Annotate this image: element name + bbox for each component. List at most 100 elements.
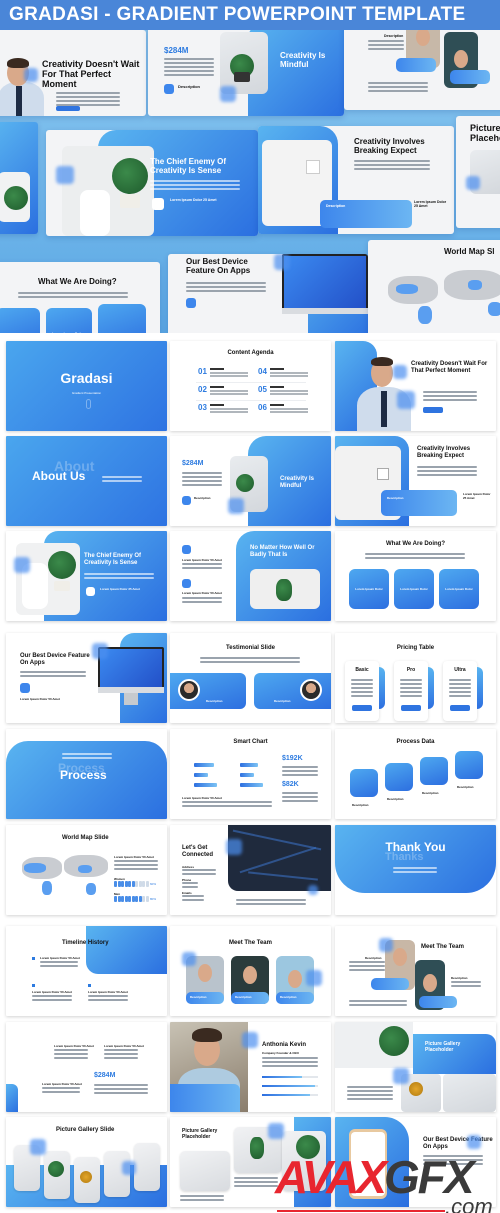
slide-connected[interactable]: Let's Get Connected Address Phone Emails xyxy=(170,825,331,915)
hero-slide-picture[interactable]: Picture Placeho xyxy=(456,116,500,228)
slide-processdata[interactable]: Process Data Description Description Des… xyxy=(335,729,496,819)
decor-square xyxy=(467,1135,481,1149)
monitor-stand xyxy=(124,693,138,705)
hero-slide-meet-team[interactable]: Meet The Team Description xyxy=(344,18,500,110)
plan-name: Pro xyxy=(406,667,416,673)
hero-slide-edge[interactable] xyxy=(0,122,38,234)
side-label: Lorem Ipsum Dolor 25 Amet xyxy=(463,492,491,500)
map-highlight xyxy=(24,863,46,873)
purchase-button[interactable] xyxy=(352,705,372,711)
gallery-photo xyxy=(443,1074,496,1112)
sub-label: Lorem Ipsum Dolor 50 Amet xyxy=(114,855,154,859)
slide-doing[interactable]: What We Are Doing? Lorem Ipsum Dolor Lor… xyxy=(335,531,496,621)
slide-nomatter[interactable]: Lorem Ipsum Dolor 50 Amet Lorem Ipsum Do… xyxy=(170,531,331,621)
decor-square xyxy=(268,1123,284,1139)
slide-device[interactable]: Our Best Device Feature On Apps Lorem Ip… xyxy=(6,633,167,723)
slide-timeline2[interactable]: Lorem Ipsum Dolor 50 Amet Lorem Ipsum Do… xyxy=(6,1022,167,1112)
city-map xyxy=(228,825,331,891)
desc-label: Description xyxy=(326,204,346,208)
read-more-button[interactable] xyxy=(423,407,443,413)
device-icon xyxy=(186,298,196,308)
decor-square xyxy=(306,970,322,986)
slide-gallery-ph[interactable]: Picture Gallery Placeholder xyxy=(335,1022,496,1112)
phone-icon xyxy=(86,587,95,596)
agenda-number: 03 xyxy=(198,403,207,412)
hero-slide-device[interactable]: Our Best Device Feature On Apps xyxy=(168,254,368,333)
address-text xyxy=(182,869,216,877)
body-text xyxy=(186,282,266,294)
blue-panel xyxy=(413,1034,496,1074)
slide-title: Testimonial Slide xyxy=(226,645,275,651)
desc-label: Description xyxy=(365,956,382,960)
decor-square xyxy=(228,498,244,514)
desc-label: Description xyxy=(206,699,223,703)
purchase-button[interactable] xyxy=(401,705,421,711)
hero-slide-money[interactable]: $284M Description Creativity Is Mindful xyxy=(148,24,344,116)
slide-creativity[interactable]: Creativity Doesn't Wait For That Perfect… xyxy=(335,341,496,431)
hero-slide-involves[interactable]: Creativity Involves Breaking Expect Desc… xyxy=(258,126,454,234)
gallery-photo xyxy=(180,1151,230,1191)
pictogram-unit xyxy=(121,881,124,887)
hero-slide-worldmap[interactable]: World Map Sl xyxy=(368,240,500,333)
hero-slide-doing[interactable]: What We Are Doing? Lorem Ipsum Dolor xyxy=(0,262,160,333)
slide-thanks[interactable]: Thanks Thank You xyxy=(335,825,496,915)
slide-title: What We Are Doing? xyxy=(38,277,117,286)
slide-profile[interactable]: Anthonia Kevin Company Founder & CEO xyxy=(170,1022,331,1112)
blue-panel xyxy=(86,926,167,974)
phone-text xyxy=(182,882,198,890)
desc-label: Description xyxy=(384,34,404,38)
pictogram-unit xyxy=(121,896,124,902)
slide-title: Process xyxy=(60,768,107,782)
slide-cover[interactable]: Gradasi Gradient Presentation xyxy=(6,341,167,431)
pictogram-unit xyxy=(128,896,131,902)
hero-slide-creativity[interactable]: Creativity Doesn't Wait For That Perfect… xyxy=(0,30,146,116)
plan-name: Basic xyxy=(355,667,369,673)
service-card xyxy=(46,308,92,333)
slide-title: Creativity Doesn't Wait For That Perfect… xyxy=(411,361,488,374)
purchase-button[interactable] xyxy=(450,705,470,711)
slide-title: World Map Sl xyxy=(444,247,495,256)
desc-card xyxy=(450,70,490,84)
card-label: Lorem Ipsum Dolor xyxy=(400,587,428,591)
slide-team2[interactable]: Meet The Team Description Description xyxy=(335,926,496,1016)
slide-gallery[interactable]: Picture Gallery Slide xyxy=(6,1117,167,1207)
page-title: GRADASI - GRADIENT POWERPOINT TEMPLATE xyxy=(9,4,466,25)
step-label: Description xyxy=(422,791,439,795)
agenda-item xyxy=(210,404,248,414)
slide-process[interactable]: Process Process xyxy=(6,729,167,819)
body-text xyxy=(102,476,142,484)
service-card xyxy=(0,308,40,333)
agenda-number: 01 xyxy=(198,367,207,376)
hero-slide-chief-enemy[interactable]: The Chief Enemy Of Creativity Is Sense L… xyxy=(46,130,258,236)
slide-money[interactable]: $284M Description Creativity Is Mindful xyxy=(170,436,331,526)
slide-pricing[interactable]: Pricing Table Basic Pro Ultra xyxy=(335,633,496,723)
chart-bar xyxy=(194,773,208,777)
phone-icon xyxy=(152,198,164,210)
body-text xyxy=(62,753,112,761)
body-text xyxy=(354,160,430,172)
slide-agenda[interactable]: Content Agenda 01 04 02 05 03 06 xyxy=(170,341,331,431)
money-value: $284M xyxy=(164,46,189,55)
slide-involves[interactable]: Creativity Involves Breaking Expect Desc… xyxy=(335,436,496,526)
slide-title: Let's Get Connected xyxy=(182,845,214,858)
slide-chief[interactable]: The Chief Enemy Of Creativity Is Sense L… xyxy=(6,531,167,621)
skill-bar xyxy=(262,1085,315,1087)
body-text xyxy=(114,860,158,872)
read-more-button[interactable] xyxy=(56,106,80,111)
timeline-dot xyxy=(32,957,35,960)
chair-plant-photo xyxy=(16,543,80,615)
slide-worldmap[interactable]: World Map Slide Lorem Ipsum Dolor 50 Ame… xyxy=(6,825,167,915)
slide-about[interactable]: About About Us xyxy=(6,436,167,526)
quote-card xyxy=(170,1084,240,1112)
agenda-item xyxy=(270,386,308,396)
plant-photo xyxy=(220,32,268,94)
slide-testimonial[interactable]: Testimonial Slide Description Descriptio… xyxy=(170,633,331,723)
slide-smartchart[interactable]: Smart Chart $192K $82K Lorem Ipsum Dolor… xyxy=(170,729,331,819)
slide-timeline[interactable]: Timeline History Lorem Ipsum Dolor 50 Am… xyxy=(6,926,167,1016)
body-text xyxy=(234,1177,278,1189)
body-text xyxy=(236,899,306,907)
decor-square xyxy=(220,86,236,102)
timeline-label: Lorem Ipsum Dolor 50 Amet xyxy=(40,956,80,960)
slide-team3[interactable]: Meet The Team Description Description De… xyxy=(170,926,331,1016)
feature-list xyxy=(449,679,471,699)
